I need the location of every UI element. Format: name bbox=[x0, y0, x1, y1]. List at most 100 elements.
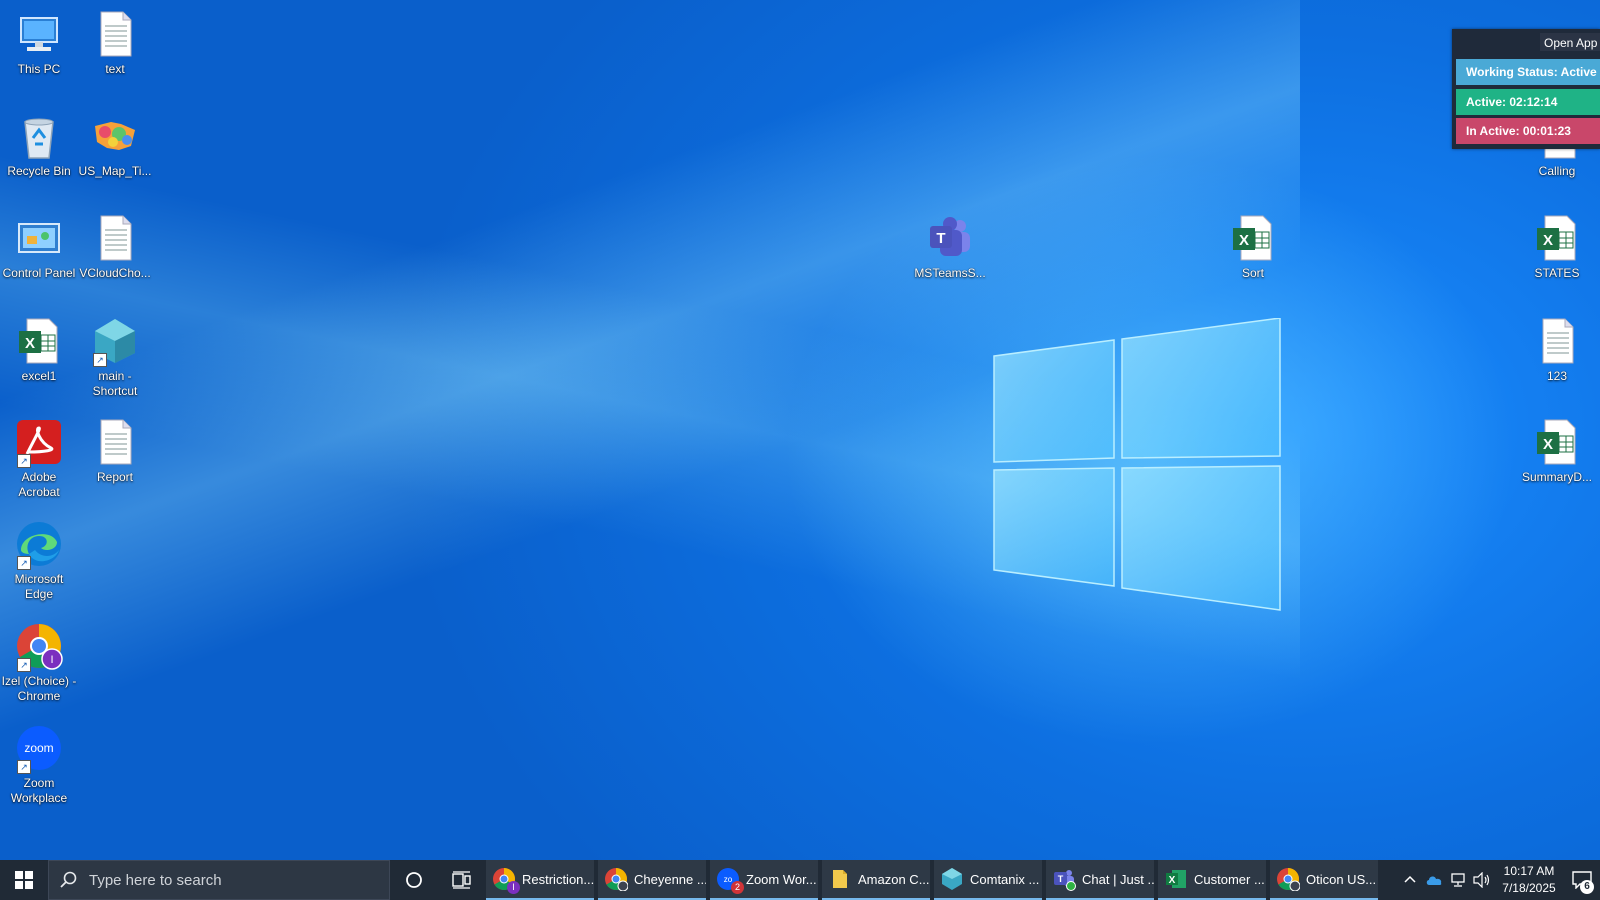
this-pc-icon bbox=[15, 10, 63, 58]
desktop-icon-states[interactable]: X STATES bbox=[1518, 206, 1596, 281]
taskbar-app-label: Cheyenne ... bbox=[634, 871, 706, 887]
excel-file-icon: X bbox=[1533, 214, 1581, 262]
start-button[interactable] bbox=[0, 860, 48, 900]
show-hidden-icons-button[interactable] bbox=[1398, 860, 1422, 900]
taskbar-app-zoom[interactable]: zo 2 Zoom Wor... bbox=[710, 860, 818, 900]
svg-text:X: X bbox=[1543, 232, 1553, 249]
desktop-icon-label: Sort bbox=[1241, 266, 1264, 280]
taskbar-app-cheyenne[interactable]: Cheyenne ... bbox=[598, 860, 706, 900]
profile-badge: I bbox=[507, 881, 520, 894]
desktop-icon-vcloud[interactable]: VCloudCho... bbox=[76, 206, 154, 281]
desktop-icon-recycle-bin[interactable]: Recycle Bin bbox=[0, 104, 78, 179]
action-center-button[interactable]: 6 bbox=[1564, 860, 1600, 900]
taskbar-app-customer-excel[interactable]: X Customer ... bbox=[1158, 860, 1266, 900]
desktop-icon-label: 123 bbox=[1546, 369, 1568, 383]
onedrive-tray-button[interactable] bbox=[1422, 860, 1446, 900]
teams-icon: T bbox=[1052, 867, 1076, 891]
desktop-icon-label: US_Map_Ti... bbox=[78, 164, 152, 178]
taskbar-app-label: Amazon C... bbox=[858, 871, 930, 887]
taskbar-app-restriction[interactable]: I Restriction... bbox=[486, 860, 594, 900]
taskbar-app-label: Chat | Just ... bbox=[1082, 871, 1154, 887]
chrome-icon bbox=[1276, 867, 1301, 892]
desktop-icon-microsoft-edge[interactable]: ↗ Microsoft Edge bbox=[0, 512, 78, 602]
taskbar-clock[interactable]: 10:17 AM 7/18/2025 bbox=[1494, 863, 1564, 897]
chrome-profile-icon: I ↗ bbox=[15, 622, 63, 672]
inactive-time-label: In Active: 00:01:23 bbox=[1456, 118, 1600, 144]
desktop-icon-label: MSTeamsS... bbox=[914, 266, 986, 280]
volume-tray-button[interactable] bbox=[1470, 860, 1494, 900]
text-document-icon bbox=[1533, 317, 1581, 365]
svg-text:X: X bbox=[25, 335, 35, 352]
image-file-icon bbox=[91, 112, 139, 160]
folder-icon bbox=[828, 867, 852, 891]
zoom-icon: zo 2 bbox=[716, 867, 744, 894]
desktop-icon-this-pc[interactable]: This PC bbox=[0, 2, 78, 77]
desktop-icon-excel1[interactable]: X excel1 bbox=[0, 309, 78, 384]
notification-count-badge: 6 bbox=[1580, 880, 1594, 894]
desktop-icon-label: STATES bbox=[1534, 266, 1580, 280]
search-placeholder: Type here to search bbox=[89, 871, 222, 889]
desktop-icon-report[interactable]: Report bbox=[76, 410, 154, 485]
taskbar-search-box[interactable]: Type here to search bbox=[48, 860, 390, 900]
excel-file-icon: X bbox=[15, 317, 63, 365]
taskbar-app-amazon[interactable]: Amazon C... bbox=[822, 860, 930, 900]
edge-icon: ↗ bbox=[15, 520, 63, 570]
svg-text:X: X bbox=[1239, 232, 1249, 249]
text-document-icon bbox=[91, 214, 139, 262]
desktop-icon-label: Calling bbox=[1538, 164, 1576, 178]
svg-text:X: X bbox=[1169, 875, 1176, 886]
desktop-icon-us-map[interactable]: US_Map_Ti... bbox=[76, 104, 154, 179]
notification-badge: 2 bbox=[731, 881, 744, 894]
svg-text:X: X bbox=[1543, 436, 1553, 453]
comtanix-icon bbox=[940, 867, 964, 891]
taskbar-app-teams-chat[interactable]: T Chat | Just ... bbox=[1046, 860, 1154, 900]
desktop-icon-text[interactable]: text bbox=[76, 2, 154, 77]
desktop-icon-chrome-izel[interactable]: I ↗ Izel (Choice) - Chrome bbox=[0, 614, 78, 704]
teams-icon: T bbox=[926, 214, 974, 262]
desktop-icon-label: This PC bbox=[17, 62, 61, 76]
network-tray-button[interactable] bbox=[1446, 860, 1470, 900]
taskbar-app-label: Zoom Wor... bbox=[746, 871, 817, 887]
desktop-icon-msteams[interactable]: T MSTeamsS... bbox=[911, 206, 989, 281]
desktop-icon-label: Zoom Workplace bbox=[10, 776, 68, 805]
desktop-icon-sort[interactable]: X Sort bbox=[1214, 206, 1292, 281]
onedrive-cloud-icon bbox=[1426, 876, 1442, 885]
desktop-icon-label: excel1 bbox=[21, 369, 57, 383]
shortcut-arrow-icon: ↗ bbox=[17, 556, 31, 570]
task-view-icon bbox=[452, 871, 471, 889]
svg-text:I: I bbox=[50, 654, 53, 666]
desktop-icon-label: Report bbox=[96, 470, 134, 484]
desktop-icon-summary[interactable]: X SummaryD... bbox=[1518, 410, 1596, 485]
desktop-icon-label: main - Shortcut bbox=[92, 369, 138, 398]
clock-date: 7/18/2025 bbox=[1502, 881, 1556, 895]
desktop-icon-main-shortcut[interactable]: ↗ main - Shortcut bbox=[76, 309, 154, 399]
desktop-icon-zoom-workplace[interactable]: zoom ↗ Zoom Workplace bbox=[0, 716, 78, 806]
desktop-icon-label: Adobe Acrobat bbox=[18, 470, 60, 499]
desktop-icon-control-panel[interactable]: Control Panel bbox=[0, 206, 78, 281]
taskbar-app-label: Oticon US... bbox=[1306, 871, 1377, 887]
zoom-icon: zoom ↗ bbox=[15, 724, 63, 774]
speaker-icon bbox=[1473, 872, 1490, 888]
desktop-icon-adobe-acrobat[interactable]: ↗ Adobe Acrobat bbox=[0, 410, 78, 500]
task-view-button[interactable] bbox=[438, 860, 486, 900]
clock-time: 10:17 AM bbox=[1503, 864, 1555, 878]
taskbar-app-label: Customer ... bbox=[1194, 871, 1265, 887]
desktop-icon-123[interactable]: 123 bbox=[1518, 309, 1596, 384]
chrome-icon bbox=[604, 867, 629, 892]
system-tray: 10:17 AM 7/18/2025 6 bbox=[1398, 860, 1600, 900]
cortana-button[interactable] bbox=[390, 860, 438, 900]
taskbar-app-comtanix[interactable]: Comtanix ... bbox=[934, 860, 1042, 900]
taskbar-app-oticon[interactable]: Oticon US... bbox=[1270, 860, 1378, 900]
desktop-icon-label: VCloudCho... bbox=[79, 266, 151, 280]
taskbar-app-label: Comtanix ... bbox=[970, 871, 1040, 887]
chrome-icon: I bbox=[492, 867, 520, 894]
desktop-icon-label: text bbox=[105, 62, 125, 76]
desktop: This PC text Recycle Bin US_Map_Ti... Co… bbox=[0, 0, 1600, 860]
excel-file-icon: X bbox=[1533, 418, 1581, 466]
open-app-button[interactable]: Open App bbox=[1540, 33, 1600, 51]
svg-text:T: T bbox=[1058, 874, 1064, 884]
search-icon bbox=[49, 871, 89, 889]
text-document-icon bbox=[91, 418, 139, 466]
svg-text:zoom: zoom bbox=[24, 741, 53, 755]
chevron-up-icon bbox=[1404, 875, 1416, 883]
